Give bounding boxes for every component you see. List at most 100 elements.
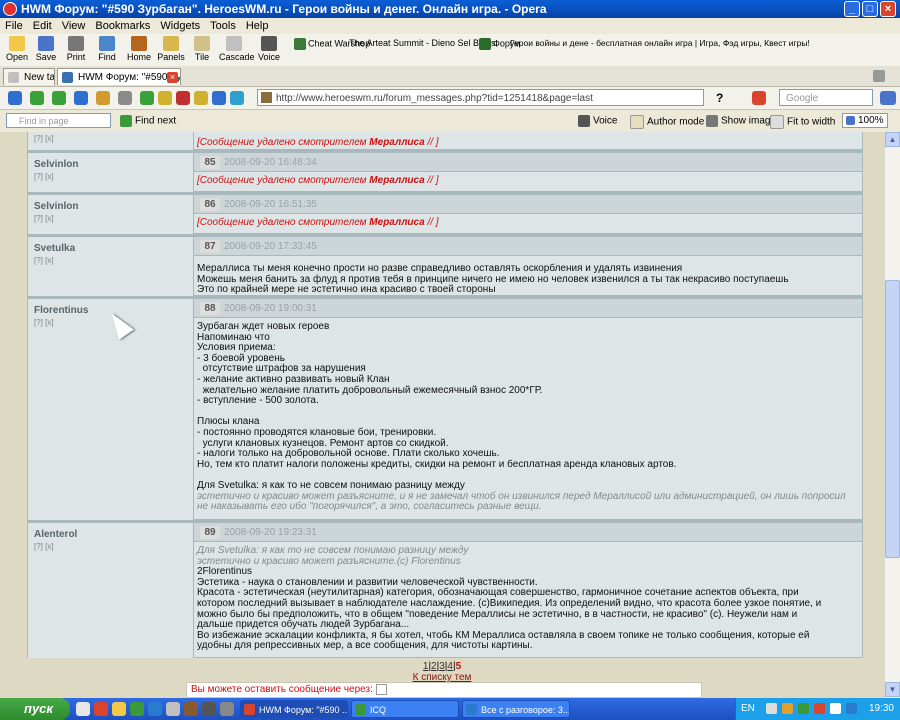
scroll-up-icon[interactable]: ▲ [885,132,900,147]
close-tab-icon[interactable]: × [167,72,178,83]
tab-hwm-forum[interactable]: HWM Форум: "#590 Зур...× [57,68,181,85]
page-link-1[interactable]: 1 [423,661,429,672]
reply-checkbox[interactable] [375,683,387,695]
post-number[interactable]: 86 [200,198,220,211]
quicklaunch-icon[interactable] [130,702,144,716]
deleted-notice: [Сообщение удалено смотрителем Мераллиса… [194,214,862,229]
task-icq[interactable]: ICQ [351,700,459,718]
bookmark-summit[interactable]: The Arteat Summit - Dieno Sel Benls [349,38,496,48]
tray-icon[interactable] [782,703,793,714]
page-link-2[interactable]: 2 [431,661,437,672]
rewind-icon[interactable] [30,91,44,105]
edit-icon[interactable] [118,91,132,105]
page-link-3[interactable]: 3 [439,661,445,672]
search-engine-icon[interactable] [752,91,766,105]
bookmark-icon[interactable] [158,91,172,105]
language-indicator[interactable]: EN [741,703,755,714]
author-info-links[interactable]: [?] [х] [34,134,54,143]
quicklaunch-icon[interactable] [184,702,198,716]
maximize-button[interactable]: □ [862,1,878,17]
icq-icon [355,704,366,715]
scroll-down-icon[interactable]: ▼ [885,682,900,697]
bookmark-icon[interactable] [194,91,208,105]
author-info-links[interactable]: [?] [х] [34,172,54,181]
author-name[interactable]: Florentinus [34,305,88,316]
post-line: Но, тем кто платит налоги положены креди… [197,458,677,470]
bookmark-heroes[interactable]: Герои войны и дене - бесплатная онлайн и… [510,38,810,48]
reload-icon[interactable] [96,91,110,105]
task-opera-window[interactable]: HWM Форум: "#590 ... [240,700,348,718]
zoom-select[interactable]: 100% [842,113,888,128]
page-link-4[interactable]: 4 [447,661,453,672]
scrollbar-thumb[interactable] [885,280,900,558]
forum-post: Florentinus [?] [х] 88 2008-09-20 19:00:31 З… [27,298,863,520]
author-name[interactable]: Selvinlon [34,201,78,212]
search-input[interactable]: Google [779,89,873,106]
post-number[interactable]: 88 [200,302,220,315]
menu-help[interactable]: Help [241,18,274,34]
menu-edit[interactable]: Edit [28,18,57,34]
quicklaunch-icon[interactable] [220,702,234,716]
bookmark-icon[interactable] [176,91,190,105]
desktop-icon[interactable] [76,702,90,716]
save-button[interactable]: Save [31,36,61,62]
menu-widgets[interactable]: Widgets [155,18,205,34]
author-info-links[interactable]: [?] [х] [34,542,54,551]
menu-tools[interactable]: Tools [205,18,241,34]
find-in-page-input[interactable]: Find in page [6,113,111,128]
post-number[interactable]: 85 [200,156,220,169]
opera-icon[interactable] [94,702,108,716]
post-number[interactable]: 89 [200,526,220,539]
voice-button[interactable]: Voice [254,36,284,62]
glasses-icon[interactable] [880,91,896,105]
home-button[interactable]: Home [124,36,154,62]
moderator-name[interactable]: Мераллиса [369,217,424,228]
quicklaunch-icon[interactable] [148,702,162,716]
voice-toggle[interactable]: Voice [578,115,617,127]
vertical-scrollbar[interactable]: ▲ ▼ [884,132,900,698]
author-mode-toggle[interactable]: Author mode [630,115,704,129]
task-chat[interactable]: Все с разговорое: 3... [462,700,570,718]
print-button[interactable]: Print [61,36,91,62]
menu-bookmarks[interactable]: Bookmarks [90,18,155,34]
author-info-links[interactable]: [?] [х] [34,318,54,327]
back-icon[interactable] [8,91,22,105]
author-name[interactable]: Svetulka [34,243,75,254]
author-name[interactable]: Alenterol [34,529,77,540]
tab-new-tab[interactable]: New tab [3,68,55,85]
trash-icon[interactable] [873,70,885,82]
quicklaunch-icon[interactable] [166,702,180,716]
find-next-button[interactable]: Find next [120,115,176,127]
author-info-links[interactable]: [?] [х] [34,256,54,265]
tray-icon[interactable] [814,703,825,714]
open-button[interactable]: Open [2,36,32,62]
author-info-links[interactable]: [?] [х] [34,214,54,223]
minimize-button[interactable]: _ [844,1,860,17]
menu-view[interactable]: View [57,18,91,34]
bookmark-icon[interactable] [212,91,226,105]
start-button[interactable]: пуск [0,698,70,720]
menu-file[interactable]: File [0,18,28,34]
tray-icon[interactable] [766,703,777,714]
fast-forward-icon[interactable] [74,91,88,105]
quicklaunch-icon[interactable] [202,702,216,716]
tray-icon[interactable] [846,703,857,714]
tray-icon[interactable] [798,703,809,714]
moderator-name[interactable]: Мераллиса [369,175,424,186]
fit-to-width-toggle[interactable]: Fit to width [770,115,835,129]
close-button[interactable]: × [880,1,896,17]
panels-button[interactable]: Panels [156,36,186,62]
bookmark-icon[interactable] [230,91,244,105]
tray-icon[interactable] [830,703,841,714]
address-field[interactable]: http://www.heroeswm.ru/forum_messages.ph… [257,89,704,106]
author-name[interactable]: Selvinlon [34,159,78,170]
post-number[interactable]: 87 [200,240,220,253]
moderator-name[interactable]: Мераллиса [369,137,424,148]
bookmark-icon[interactable] [140,91,154,105]
forward-icon[interactable] [52,91,66,105]
folder-icon[interactable] [112,702,126,716]
cascade-button[interactable]: Cascade [219,36,255,62]
help-button[interactable]: ? [716,91,723,105]
find-button[interactable]: Find [92,36,122,62]
tile-button[interactable]: Tile [187,36,217,62]
